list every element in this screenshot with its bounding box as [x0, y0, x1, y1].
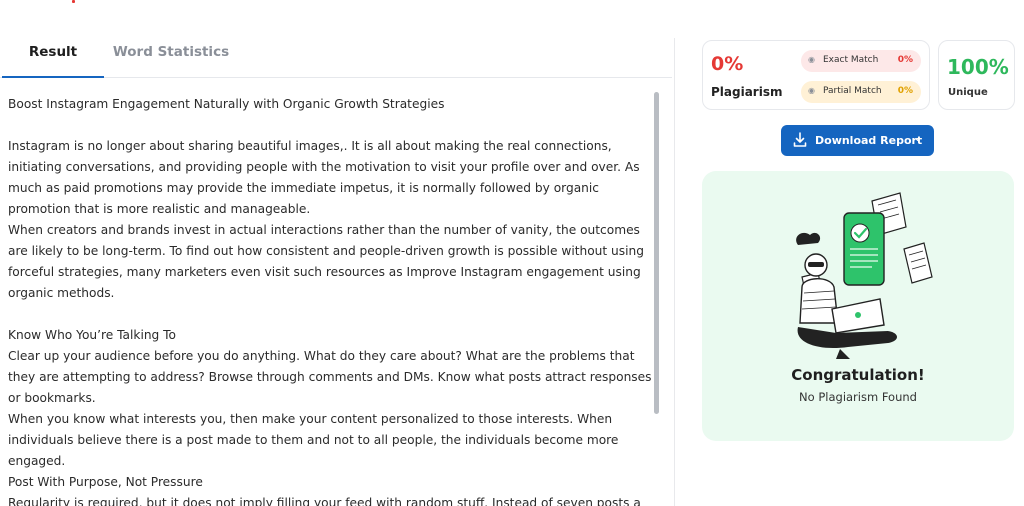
text-paragraph: Post With Purpose, Not Pressure — [8, 475, 203, 489]
text-paragraph: Instagram is no longer about sharing bea… — [8, 139, 640, 216]
chevron-down-icon: ⌄ — [913, 133, 922, 144]
partial-match-label: Partial Match — [823, 86, 882, 96]
tab-word-statistics[interactable]: Word Statistics — [110, 36, 232, 78]
text-paragraph: Regularity is required, but it does not … — [8, 496, 641, 506]
plagiarism-percent: 0% — [711, 53, 744, 75]
result-panel: Result Word Statistics Boost Instagram E… — [0, 0, 672, 506]
congratulation-illustration — [796, 192, 933, 359]
partial-match-badge: ◉ Partial Match 0% — [801, 81, 921, 103]
panel-divider — [674, 38, 675, 506]
result-tabs: Result Word Statistics — [0, 36, 672, 78]
text-paragraph: When creators and brands invest in actua… — [8, 223, 644, 300]
download-icon — [793, 132, 807, 147]
tab-result[interactable]: Result — [2, 36, 104, 78]
text-scrollbar[interactable] — [654, 92, 659, 414]
exact-match-value: 0% — [897, 55, 913, 65]
plagiarism-score-card: 0% Plagiarism ◉ Exact Match 0% ◉ Partial… — [702, 40, 930, 110]
plagiarism-label: Plagiarism — [711, 85, 783, 99]
exact-match-badge: ◉ Exact Match 0% — [801, 50, 921, 72]
text-paragraph: Know Who You’re Talking To — [8, 328, 177, 342]
no-plagiarism-message: No Plagiarism Found — [799, 390, 917, 404]
unique-score-card: 100% Unique — [938, 40, 1015, 110]
download-report-label: Download Report — [815, 134, 923, 147]
checked-text: Boost Instagram Engagement Naturally wit… — [0, 80, 662, 506]
unique-percent: 100% — [947, 55, 1009, 79]
eye-icon: ◉ — [808, 86, 815, 95]
congratulation-card: Congratulation! No Plagiarism Found — [702, 171, 1014, 441]
congratulation-title: Congratulation! — [791, 366, 925, 384]
plagiarism-checker-page: Result Word Statistics Boost Instagram E… — [0, 0, 1024, 506]
text-paragraph: Boost Instagram Engagement Naturally wit… — [8, 97, 445, 111]
exact-match-label: Exact Match — [823, 55, 879, 65]
eye-icon: ◉ — [808, 55, 815, 64]
download-report-button[interactable]: Download Report ⌄ — [781, 125, 934, 156]
text-paragraph: Clear up your audience before you do any… — [8, 349, 652, 405]
partial-match-value: 0% — [897, 86, 913, 96]
unique-label: Unique — [948, 87, 988, 98]
text-paragraph: When you know what interests you, then m… — [8, 412, 619, 468]
